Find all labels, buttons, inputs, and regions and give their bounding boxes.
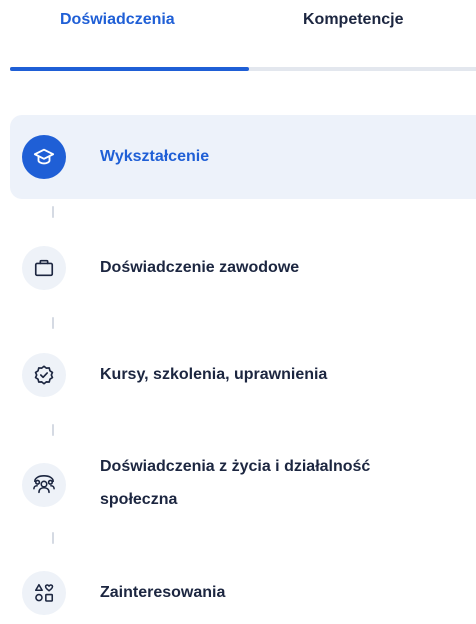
step-label-line-1: Doświadczenia z życia i działalność — [100, 458, 371, 475]
step-label: Kursy, szkolenia, uprawnienia — [100, 366, 328, 383]
section-steps-list: Wykształcenie Doświadczenie zawodowe Kur… — [0, 0, 476, 624]
step-doswiadczenia-z-zycia[interactable]: Doświadczenia z życia i działalność społ… — [10, 448, 476, 524]
step-zainteresowania[interactable]: Zainteresowania — [10, 556, 476, 624]
graduation-cap-icon — [22, 135, 66, 179]
step-kursy-szkolenia[interactable]: Kursy, szkolenia, uprawnienia — [10, 333, 476, 417]
step-connector — [52, 317, 54, 329]
step-label-line-2: społeczna — [100, 491, 178, 508]
people-group-icon — [22, 463, 66, 507]
step-label: Doświadczenie zawodowe — [100, 259, 300, 276]
briefcase-icon — [22, 246, 66, 290]
step-connector — [52, 532, 54, 544]
badge-check-icon — [22, 353, 66, 397]
step-wyksztalcenie[interactable]: Wykształcenie — [10, 115, 476, 199]
step-label: Zainteresowania — [100, 584, 226, 601]
step-label: Wykształcenie — [100, 148, 210, 165]
shapes-icon — [22, 571, 66, 615]
step-connector — [52, 206, 54, 218]
step-connector — [52, 424, 54, 436]
step-doswiadczenie-zawodowe[interactable]: Doświadczenie zawodowe — [10, 226, 476, 310]
